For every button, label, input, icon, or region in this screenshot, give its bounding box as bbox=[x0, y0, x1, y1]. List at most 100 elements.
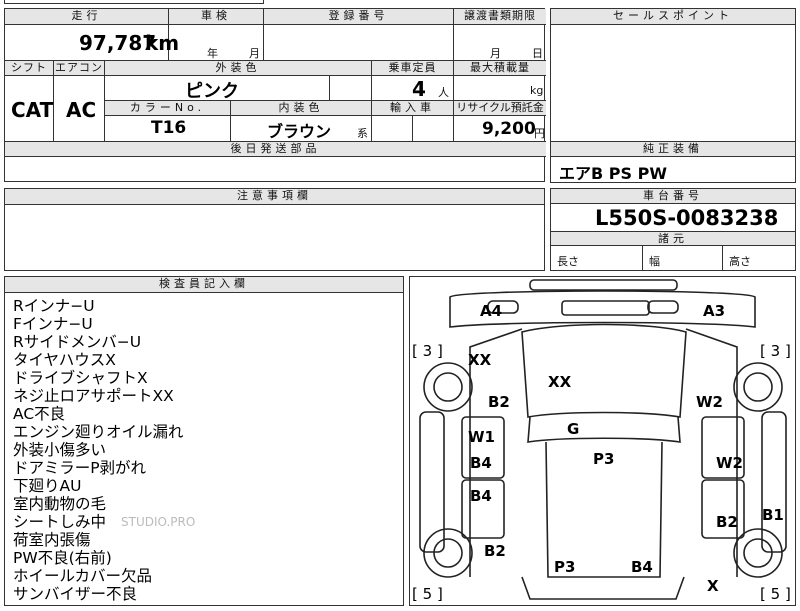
recycle-value: 9,200 bbox=[482, 119, 536, 139]
front-bumper-shape bbox=[529, 279, 678, 291]
inspection-year-label: 年 bbox=[207, 47, 218, 60]
load-unit: kg bbox=[530, 84, 544, 97]
exterior-value: ピンク bbox=[185, 81, 239, 102]
capacity-cell: 4 人 bbox=[372, 76, 454, 101]
chassis-header: 車台番号 bbox=[551, 189, 795, 204]
ac-header: エアコン bbox=[54, 61, 105, 76]
inspection-cell: 年 月 bbox=[169, 25, 264, 61]
damage-mark: P3 bbox=[593, 450, 614, 468]
remark-line: ネジ止ロアサポートXX bbox=[13, 387, 174, 405]
remark-line: ドライブシャフトX bbox=[13, 369, 148, 387]
registration-cell bbox=[264, 25, 454, 61]
color-no-header: カラーNo. bbox=[105, 101, 231, 116]
damage-mark: A3 bbox=[703, 302, 725, 320]
remark-line: Fインナ−U bbox=[13, 315, 93, 333]
shift-value: CAT bbox=[11, 98, 54, 122]
damage-mark: B4 bbox=[470, 454, 492, 472]
damage-mark: X bbox=[707, 577, 719, 595]
interior-value: ブラウン bbox=[267, 122, 332, 141]
mileage-cell: 97,787 km bbox=[5, 25, 179, 61]
equipment-value: エアB PS PW bbox=[559, 164, 667, 183]
dims-height-label: 高さ bbox=[729, 255, 751, 268]
damage-mark: G bbox=[567, 420, 579, 438]
damage-mark: XX bbox=[468, 351, 492, 369]
tire-right-front bbox=[733, 362, 783, 412]
damage-mark: W1 bbox=[468, 428, 495, 446]
chassis-box: 車台番号 L550S-0083238 諸元 長さ 幅 高さ bbox=[550, 188, 796, 271]
rear-hatch-shape bbox=[521, 576, 685, 600]
tire-bracket-left-bottom: [ 5 ] bbox=[412, 585, 443, 603]
damage-mark: P3 bbox=[554, 558, 575, 576]
shift-header: シフト bbox=[5, 61, 54, 76]
damage-mark: XX bbox=[548, 373, 572, 391]
dims-width-cell: 幅 bbox=[643, 246, 723, 270]
remark-line: 外装小傷多い bbox=[13, 441, 107, 459]
ac-cell: AC bbox=[54, 76, 105, 142]
capacity-value: 4 bbox=[412, 77, 426, 101]
damage-mark: B2 bbox=[488, 393, 510, 411]
remark-line: 荷室内張傷 bbox=[13, 531, 91, 549]
remark-line: Rインナ−U bbox=[13, 297, 95, 315]
notes-header: 注意事項欄 bbox=[5, 189, 544, 205]
remark-line: 室内動物の毛 bbox=[13, 495, 107, 513]
mileage-header: 走行 bbox=[5, 9, 169, 25]
tire-bracket-right-top: [ 3 ] bbox=[760, 342, 791, 360]
tire-left-rear bbox=[423, 528, 473, 578]
transfer-day-label: 日 bbox=[532, 47, 543, 60]
exterior-extra-cell bbox=[330, 76, 372, 101]
notes-box: 注意事項欄 bbox=[4, 188, 545, 271]
dims-length-label: 長さ bbox=[557, 255, 579, 268]
capacity-unit: 人 bbox=[438, 86, 449, 99]
car-diagram-box: A4 A3 XX XX B2 W2 G W1 B4 P3 W2 B4 B2 B1 B2 P3 B4 X [ 3 ]… bbox=[409, 276, 796, 606]
grille-shape bbox=[561, 300, 650, 316]
dims-length-cell: 長さ bbox=[551, 246, 643, 270]
interior-cell: ブラウン 系 bbox=[231, 116, 372, 142]
damage-mark: W2 bbox=[696, 393, 723, 411]
remark-line: エンジン廻りオイル漏れ bbox=[13, 423, 184, 441]
inspector-header: 検査員記入欄 bbox=[5, 277, 403, 293]
registration-header: 登録番号 bbox=[264, 9, 454, 25]
equipment-box: 純正装備 エアB PS PW bbox=[550, 141, 796, 183]
load-cell: kg bbox=[454, 76, 546, 101]
vehicle-info-grid: 走行 車検 登録番号 譲渡書類期限 97,787 km 年 月 月 日 シフト … bbox=[4, 8, 546, 182]
remark-line: 下廻りAU bbox=[13, 477, 82, 495]
tire-left-front bbox=[423, 362, 473, 412]
interior-header: 内装色 bbox=[231, 101, 372, 116]
inspector-remarks-list: Rインナ−U Fインナ−U Rサイドメンバ−U タイヤハウスX ドライブシャフトX ネジ止… bbox=[13, 297, 184, 603]
chassis-value: L550S-0083238 bbox=[595, 206, 779, 230]
tire-bracket-right-bottom: [ 5 ] bbox=[760, 585, 791, 603]
remark-line: ホイールカバー欠品 bbox=[13, 567, 153, 585]
remark-line: サンバイザー不良 bbox=[13, 585, 138, 603]
dims-height-cell: 高さ bbox=[723, 246, 795, 270]
damage-mark: B1 bbox=[762, 506, 784, 524]
remark-line: タイヤハウスX bbox=[13, 351, 116, 369]
damage-mark: W2 bbox=[716, 454, 743, 472]
transfer-header: 譲渡書類期限 bbox=[454, 9, 546, 25]
recycle-header: リサイクル預託金 bbox=[454, 101, 546, 116]
hood-shape bbox=[521, 323, 687, 418]
color-no-cell: T16 bbox=[105, 116, 231, 142]
remark-line: PW不良(右前) bbox=[13, 549, 112, 567]
shift-cell: CAT bbox=[5, 76, 54, 142]
capacity-header: 乗車定員 bbox=[372, 61, 454, 76]
car-diagram: A4 A3 XX XX B2 W2 G W1 B4 P3 W2 B4 B2 B1 B2 P3 B4 X [ 3 ]… bbox=[412, 279, 791, 603]
remark-line: ドアミラーP剥がれ bbox=[13, 459, 147, 477]
damage-mark: A4 bbox=[480, 302, 502, 320]
import-header: 輸入車 bbox=[372, 101, 454, 116]
recycle-unit: 円 bbox=[534, 127, 545, 140]
inspection-month-label: 月 bbox=[249, 47, 260, 60]
tire-right-rear bbox=[733, 528, 783, 578]
damage-mark: B2 bbox=[484, 542, 506, 560]
exterior-cell: ピンク bbox=[105, 76, 330, 102]
sales-point-header: セールスポイント bbox=[551, 9, 795, 25]
dims-header: 諸元 bbox=[551, 231, 795, 246]
import-cell-b bbox=[413, 116, 454, 142]
inspector-box: 検査員記入欄 Rインナ−U Fインナ−U Rサイドメンバ−U タイヤハウスX ドライブシ… bbox=[4, 276, 404, 606]
remark-line: Rサイドメンバ−U bbox=[13, 333, 142, 351]
later-parts-header: 後日発送部品 bbox=[5, 142, 546, 157]
sales-point-box: セールスポイント bbox=[550, 8, 796, 154]
transfer-cell: 月 日 bbox=[454, 25, 546, 61]
tire-bracket-left-top: [ 3 ] bbox=[412, 342, 443, 360]
interior-suffix: 系 bbox=[357, 127, 368, 140]
right-lamp-shape bbox=[647, 300, 679, 314]
